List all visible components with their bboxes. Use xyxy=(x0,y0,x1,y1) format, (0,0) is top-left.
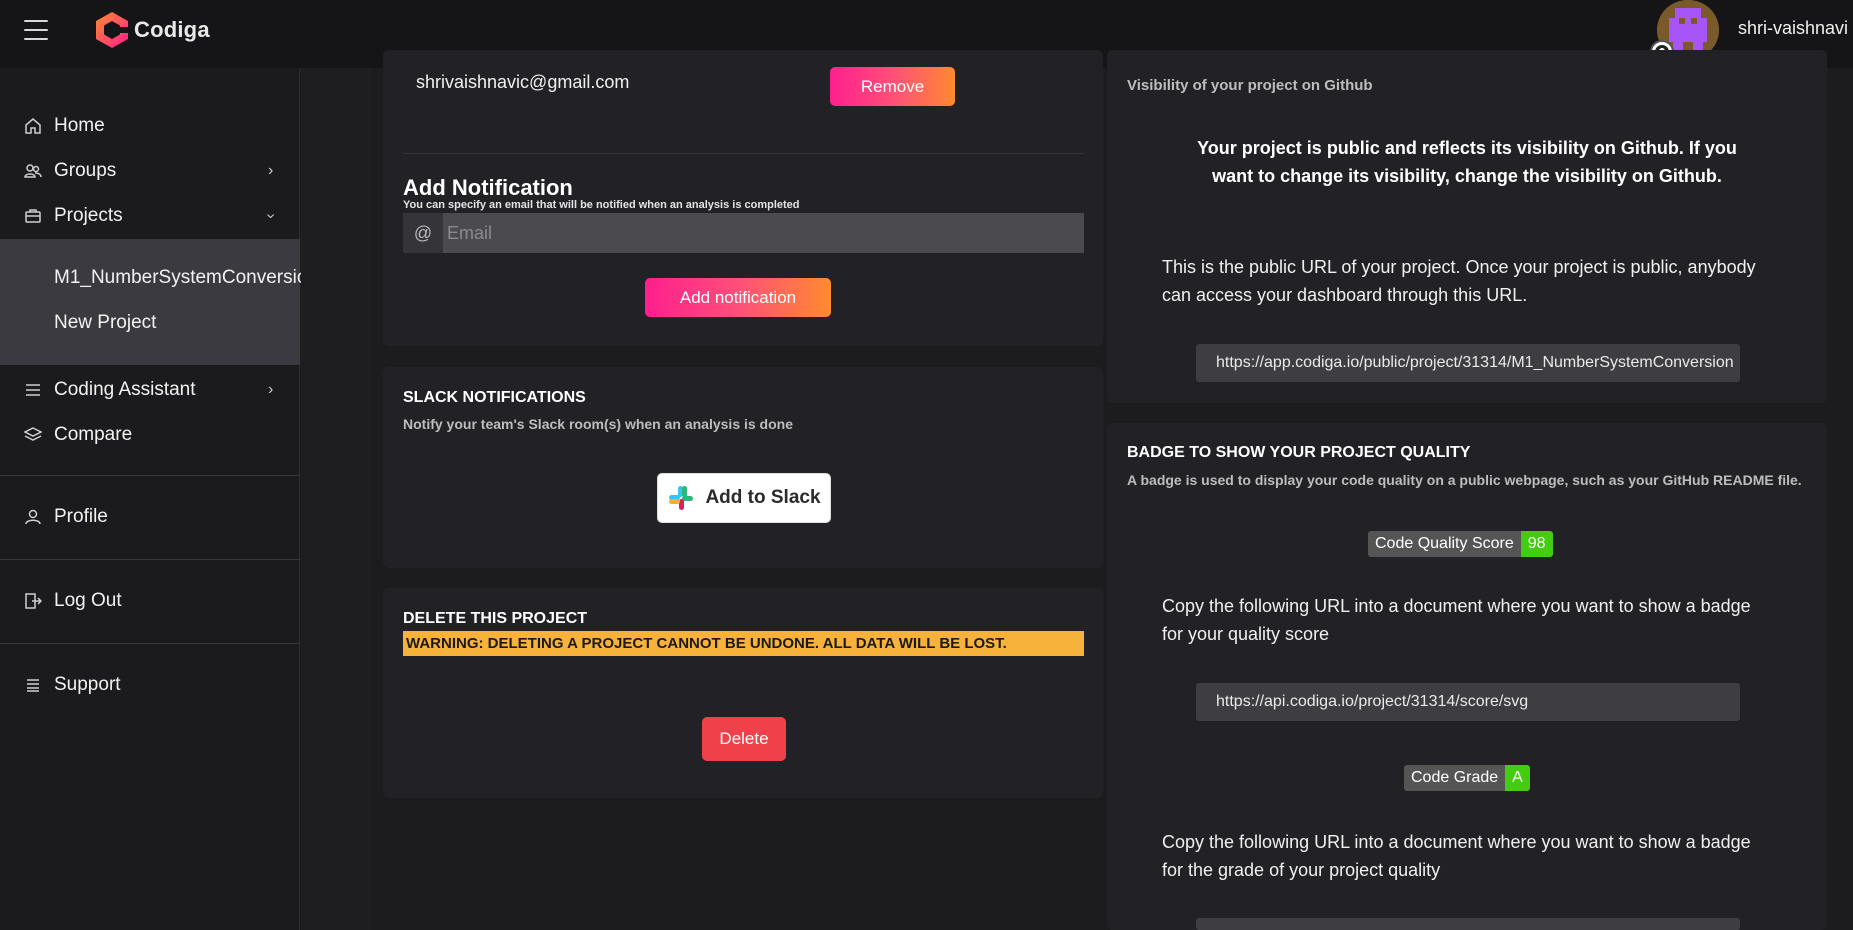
email-input[interactable] xyxy=(443,213,1084,253)
support-icon xyxy=(24,676,42,694)
public-url-description: This is the public URL of your project. … xyxy=(1162,257,1756,305)
badge-label: Code Quality Score xyxy=(1368,531,1521,557)
sidebar-item-compare[interactable]: Compare xyxy=(0,415,300,455)
sidebar-item-label: Projects xyxy=(54,205,123,226)
user-icon xyxy=(24,508,42,526)
briefcase-icon xyxy=(24,207,42,225)
codiga-logo[interactable]: Codiga xyxy=(94,10,210,50)
email-field: @ xyxy=(403,213,1084,253)
chevron-right-icon: › xyxy=(268,381,274,398)
sidebar-item-projects[interactable]: Projects › xyxy=(0,196,300,236)
badge-value: 98 xyxy=(1520,531,1553,557)
chevron-right-icon: › xyxy=(268,162,274,179)
add-notification-title: Add Notification xyxy=(403,175,573,200)
badge-title: BADGE TO SHOW YOUR PROJECT QUALITY xyxy=(1127,444,1471,461)
remove-button[interactable]: Remove xyxy=(830,67,955,106)
divider xyxy=(0,559,300,560)
sidebar: Home Groups › Projects › M1_NumberSystem… xyxy=(0,68,318,930)
badge-subtitle: A badge is used to display your code qua… xyxy=(1127,472,1802,488)
list-icon xyxy=(24,381,42,399)
add-to-slack-button[interactable]: Add to Slack xyxy=(657,473,831,523)
sidebar-item-label: Log Out xyxy=(54,590,122,611)
divider xyxy=(0,475,300,476)
delete-warning-banner: WARNING: DELETING A PROJECT CANNOT BE UN… xyxy=(403,631,1084,656)
divider xyxy=(0,643,300,644)
add-to-slack-label: Add to Slack xyxy=(705,487,821,508)
sidebar-item-label: Compare xyxy=(54,424,133,445)
slack-title: SLACK NOTIFICATIONS xyxy=(403,389,586,406)
app-name: Codiga xyxy=(134,17,210,42)
sidebar-item-label: Support xyxy=(54,674,121,695)
sidebar-item-label: Groups xyxy=(54,160,117,181)
sidebar-item-coding-assistant[interactable]: Coding Assistant › xyxy=(0,370,300,410)
layers-icon xyxy=(24,426,42,444)
delete-button[interactable]: Delete xyxy=(702,717,786,761)
chevron-down-icon: › xyxy=(262,213,280,219)
grade-url-field[interactable] xyxy=(1196,918,1740,930)
visibility-notice: Your project is public and reflects its … xyxy=(1197,138,1737,186)
code-grade-badge: Code Grade A xyxy=(1404,765,1530,791)
badge-label: Code Grade xyxy=(1404,765,1506,791)
groups-icon xyxy=(24,162,42,180)
score-url-field[interactable]: https://api.codiga.io/project/31314/scor… xyxy=(1196,683,1740,721)
sidebar-item-groups[interactable]: Groups › xyxy=(0,151,300,191)
new-project-item[interactable]: New Project xyxy=(54,312,156,334)
grade-url-description: Copy the following URL into a document w… xyxy=(1162,832,1751,880)
home-icon xyxy=(24,117,42,135)
sidebar-item-home[interactable]: Home xyxy=(0,106,300,146)
add-notification-button[interactable]: Add notification xyxy=(645,278,831,317)
quality-score-badge: Code Quality Score 98 xyxy=(1368,531,1553,557)
username[interactable]: shri-vaishnavi xyxy=(1738,18,1848,39)
project-item[interactable]: M1_NumberSystemConversion xyxy=(54,267,318,289)
sidebar-item-profile[interactable]: Profile xyxy=(0,497,300,537)
logout-icon xyxy=(24,592,42,610)
sidebar-item-label: Home xyxy=(54,115,105,136)
slack-icon xyxy=(669,486,694,510)
projects-submenu: M1_NumberSystemConversion New Project xyxy=(0,239,318,365)
sidebar-item-logout[interactable]: Log Out xyxy=(0,581,300,621)
hamburger-menu-icon[interactable] xyxy=(24,20,48,40)
add-notification-subtitle: You can specify an email that will be no… xyxy=(403,199,800,211)
sidebar-item-label: Coding Assistant xyxy=(54,379,196,400)
notification-email: shrivaishnavic@gmail.com xyxy=(416,72,630,92)
public-url-field[interactable]: https://app.codiga.io/public/project/313… xyxy=(1196,344,1740,382)
badge-value: A xyxy=(1505,765,1530,791)
content-gutter xyxy=(301,68,371,930)
sidebar-item-label: Profile xyxy=(54,506,108,527)
score-url-description: Copy the following URL into a document w… xyxy=(1162,596,1751,644)
divider xyxy=(403,153,1084,154)
delete-project-title: DELETE THIS PROJECT xyxy=(403,610,588,627)
codiga-logo-icon xyxy=(96,12,128,48)
slack-subtitle: Notify your team's Slack room(s) when an… xyxy=(403,416,793,432)
sidebar-item-support[interactable]: Support xyxy=(0,665,300,705)
at-icon: @ xyxy=(403,213,443,253)
visibility-title: Visibility of your project on Github xyxy=(1127,77,1373,94)
